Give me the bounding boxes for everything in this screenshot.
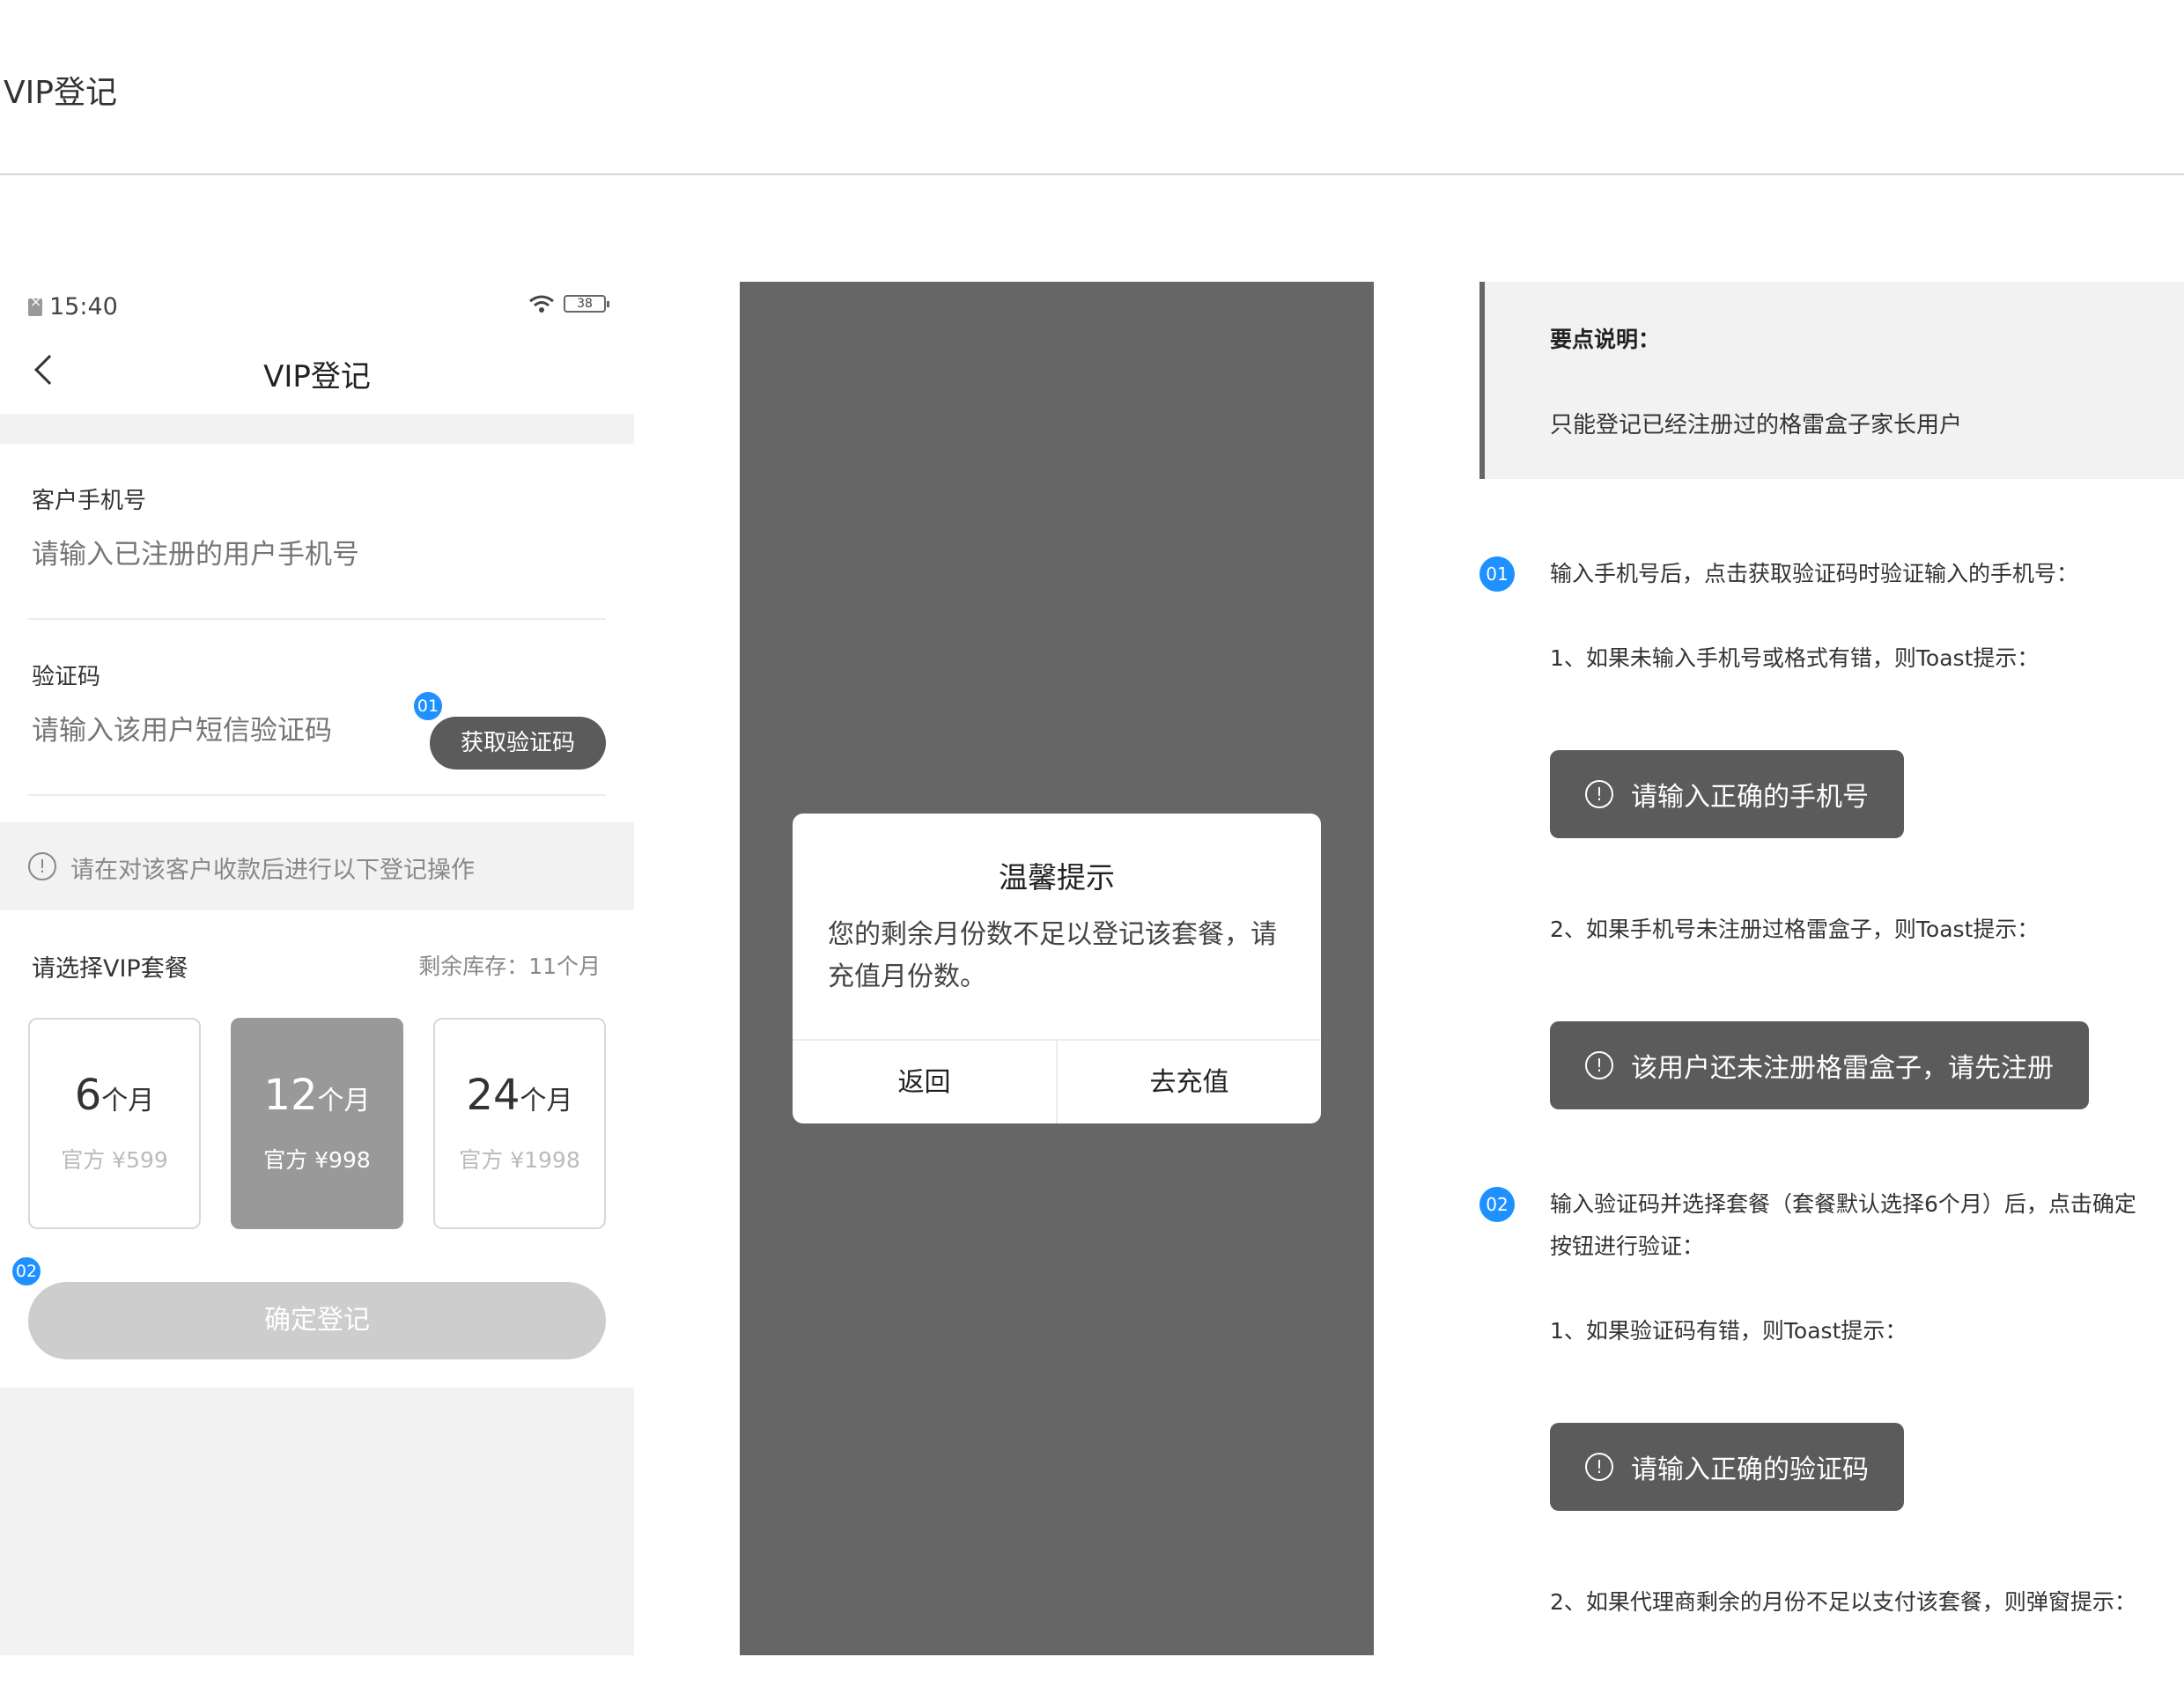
note-step1-b: 2、如果手机号未注册过格雷盒子，则Toast提示： bbox=[1550, 917, 2040, 942]
battery-icon: 38 bbox=[564, 295, 609, 313]
dialog-recharge-button[interactable]: 去充值 bbox=[1056, 1041, 1321, 1123]
alert-icon: ! bbox=[1585, 780, 1613, 808]
no-sim-icon bbox=[28, 293, 42, 316]
wifi-icon bbox=[529, 295, 554, 313]
note-step1-a: 1、如果未输入手机号或格式有错，则Toast提示： bbox=[1550, 645, 2040, 671]
warning-dialog: 温馨提示 您的剩余月份数不足以登记该套餐，请充值月份数。 返回 去充值 bbox=[793, 814, 1321, 1123]
toast-text: 请输入正确的验证码 bbox=[1631, 1455, 1869, 1485]
dialog-title: 温馨提示 bbox=[999, 860, 1115, 895]
notes-text: 只能登记已经注册过的格雷盒子家长用户 bbox=[1550, 412, 1963, 438]
divider bbox=[28, 618, 606, 620]
toast-example: ! 该用户还未注册格雷盒子，请先注册 bbox=[1550, 1021, 2089, 1109]
step-badge-01: 01 bbox=[412, 690, 444, 722]
note-step1: 输入手机号后，点击获取验证码时验证输入的手机号： bbox=[1550, 561, 2079, 586]
note-step2-a: 1、如果验证码有错，则Toast提示： bbox=[1550, 1318, 1907, 1344]
get-code-button[interactable]: 获取验证码 bbox=[430, 717, 606, 770]
alert-icon: ! bbox=[1585, 1051, 1613, 1079]
phone-input[interactable] bbox=[32, 539, 419, 571]
toast-example: ! 请输入正确的手机号 bbox=[1550, 750, 1904, 838]
phone-label: 客户手机号 bbox=[32, 488, 147, 514]
toast-text: 请输入正确的手机号 bbox=[1631, 782, 1869, 813]
plan-months: 12个月 bbox=[263, 1071, 371, 1120]
plan-option-24[interactable]: 24个月 官方 ¥1998 bbox=[433, 1018, 606, 1229]
plan-option-6[interactable]: 6个月 官方 ¥599 bbox=[28, 1018, 201, 1229]
page-title: VIP登记 bbox=[4, 75, 117, 111]
step-badge-02: 02 bbox=[11, 1256, 42, 1287]
code-label: 验证码 bbox=[32, 664, 101, 690]
plan-card: 请选择VIP套餐 剩余库存：11个月 6个月 官方 ¥599 12个月 官方 ¥… bbox=[0, 910, 634, 1388]
dialog-back-button[interactable]: 返回 bbox=[793, 1041, 1056, 1123]
status-time-text: 15:40 bbox=[49, 293, 118, 320]
dialog-overlay: 温馨提示 您的剩余月份数不足以登记该套餐，请充值月份数。 返回 去充值 bbox=[740, 282, 1374, 1655]
notes-box: 要点说明： 只能登记已经注册过的格雷盒子家长用户 bbox=[1479, 282, 2184, 479]
dialog-body: 您的剩余月份数不足以登记该套餐，请充值月份数。 bbox=[828, 919, 1277, 992]
dialog-footer: 返回 去充值 bbox=[793, 1039, 1321, 1123]
note-step2-line2: 按钮进行验证： bbox=[1550, 1234, 1705, 1259]
confirm-register-button[interactable]: 确定登记 bbox=[28, 1282, 606, 1359]
notice-bar: ! 请在对该客户收款后进行以下登记操作 bbox=[0, 822, 634, 910]
notice-text: 请在对该客户收款后进行以下登记操作 bbox=[70, 857, 475, 884]
page-header: VIP登记 bbox=[0, 0, 2184, 175]
plan-price: 官方 ¥998 bbox=[263, 1147, 371, 1173]
plan-label: 请选择VIP套餐 bbox=[32, 955, 188, 983]
toast-text: 该用户还未注册格雷盒子，请先注册 bbox=[1631, 1053, 2054, 1084]
plan-months: 6个月 bbox=[74, 1071, 155, 1120]
nav-title: VIP登记 bbox=[263, 359, 371, 394]
note-step2-b: 2、如果代理商剩余的月份不足以支付该套餐，则弹窗提示： bbox=[1550, 1589, 2136, 1615]
status-bar-right: 38 bbox=[528, 294, 609, 313]
status-bar-time: 15:40 bbox=[28, 293, 118, 320]
alert-icon: ! bbox=[1585, 1453, 1613, 1481]
note-badge-01: 01 bbox=[1479, 556, 1515, 592]
plan-months: 24个月 bbox=[466, 1071, 573, 1120]
notes-title: 要点说明： bbox=[1550, 327, 1661, 352]
plan-price: 官方 ¥1998 bbox=[459, 1147, 580, 1173]
plan-price: 官方 ¥599 bbox=[61, 1147, 168, 1173]
toast-example: ! 请输入正确的验证码 bbox=[1550, 1423, 1904, 1511]
divider bbox=[28, 794, 606, 796]
phone-mockup: 15:40 38 VIP登记 客户手机号 验证码 获取验证码 01 ! 请在对该… bbox=[0, 282, 634, 1655]
phone-top-bar: 15:40 38 VIP登记 bbox=[0, 282, 634, 414]
plan-option-12[interactable]: 12个月 官方 ¥998 bbox=[231, 1018, 403, 1229]
note-step2-line1: 输入验证码并选择套餐（套餐默认选择6个月）后，点击确定 bbox=[1550, 1191, 2136, 1217]
code-input[interactable] bbox=[32, 715, 419, 747]
stock-text: 剩余库存：11个月 bbox=[418, 954, 601, 979]
note-badge-02: 02 bbox=[1479, 1187, 1515, 1222]
info-icon: ! bbox=[28, 852, 56, 880]
form-card: 客户手机号 验证码 获取验证码 01 bbox=[0, 444, 634, 822]
